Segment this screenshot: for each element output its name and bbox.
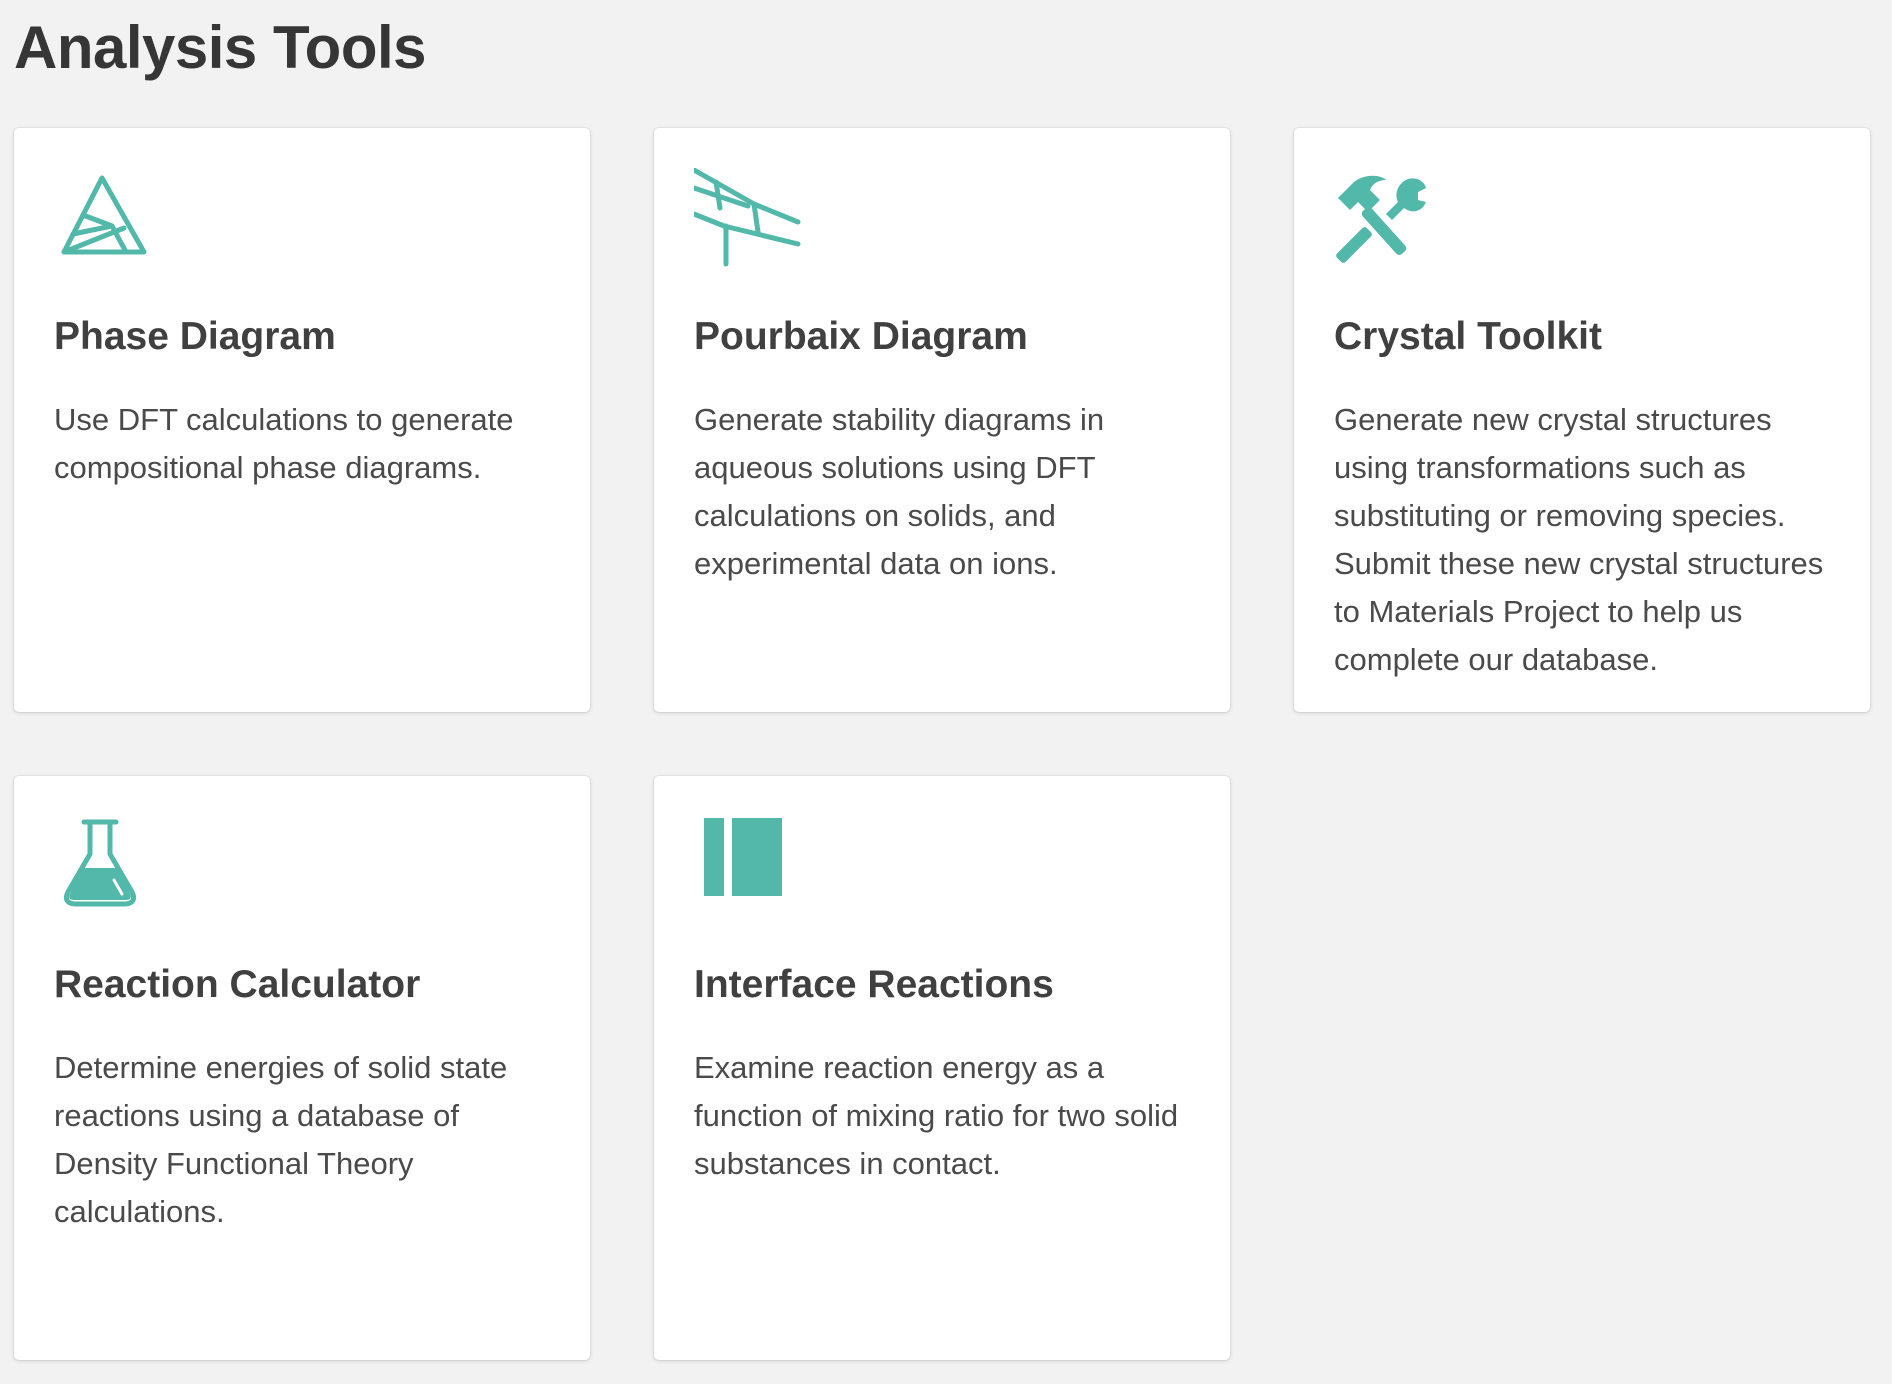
tool-card-grid: Phase Diagram Use DFT calculations to ge… <box>14 128 1870 1360</box>
card-description: Examine reaction energy as a function of… <box>694 1050 1179 1181</box>
pourbaix-diagram-icon <box>694 168 804 268</box>
card-title: Pourbaix Diagram <box>694 315 1028 358</box>
tool-card-pourbaix-diagram[interactable]: Pourbaix Diagram Generate stability diag… <box>654 128 1230 712</box>
card-description: Generate stability diagrams in aqueous s… <box>694 402 1105 581</box>
flask-icon <box>54 816 164 916</box>
page-title: Analysis Tools <box>14 14 427 81</box>
card-description: Generate new crystal structures using tr… <box>1334 402 1824 677</box>
card-description: Determine energies of solid state reacti… <box>54 1050 508 1229</box>
interface-bars-icon <box>694 816 804 916</box>
card-title: Reaction Calculator <box>54 963 421 1006</box>
tool-card-crystal-toolkit[interactable]: Crystal Toolkit Generate new crystal str… <box>1294 128 1870 712</box>
tool-card-reaction-calculator[interactable]: Reaction Calculator Determine energies o… <box>14 776 590 1360</box>
tool-card-interface-reactions[interactable]: Interface Reactions Examine reaction ene… <box>654 776 1230 1360</box>
card-title: Phase Diagram <box>54 315 336 358</box>
phase-diagram-icon <box>54 168 164 268</box>
hammer-wrench-icon <box>1334 168 1444 268</box>
tool-card-phase-diagram[interactable]: Phase Diagram Use DFT calculations to ge… <box>14 128 590 712</box>
analysis-tools-page: Analysis Tools Phase Diagram Use DFT cal… <box>0 0 1892 1384</box>
card-title: Crystal Toolkit <box>1334 315 1602 358</box>
card-title: Interface Reactions <box>694 963 1054 1006</box>
card-description: Use DFT calculations to generate composi… <box>54 402 514 485</box>
